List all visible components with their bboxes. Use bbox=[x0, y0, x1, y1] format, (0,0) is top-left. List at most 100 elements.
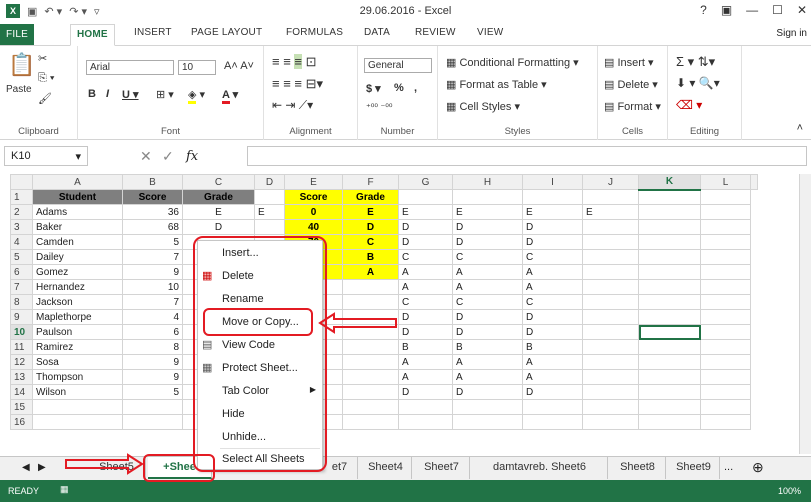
next-sheet-icon[interactable]: ▶ bbox=[38, 462, 46, 473]
grid-cell[interactable]: D bbox=[452, 309, 523, 325]
row-header[interactable]: 11 bbox=[10, 339, 33, 355]
grid-cell[interactable]: 9 bbox=[122, 369, 183, 385]
grid-cell[interactable] bbox=[342, 294, 399, 310]
grid-cell[interactable] bbox=[700, 369, 751, 385]
delete-cells-button[interactable]: ▤ Delete ▾ bbox=[604, 78, 658, 91]
fill-icon[interactable]: ⬇ ▾ 🔍▾ bbox=[676, 76, 720, 90]
ribbon-display-icon[interactable]: ▣ bbox=[721, 3, 732, 17]
maximize-icon[interactable]: ☐ bbox=[772, 3, 783, 17]
grid-cell[interactable]: A bbox=[452, 264, 523, 280]
grid-cell[interactable]: D bbox=[398, 324, 453, 340]
font-color-icon[interactable]: A ▾ bbox=[222, 88, 238, 104]
grid-cell[interactable] bbox=[582, 309, 639, 325]
column-header[interactable]: B bbox=[122, 174, 183, 190]
grid-cell[interactable] bbox=[522, 399, 583, 415]
grid-cell[interactable]: D bbox=[522, 219, 583, 235]
grid-cell[interactable]: E bbox=[452, 204, 523, 220]
grid-cell[interactable] bbox=[700, 249, 751, 265]
sheet-tab-sheet9[interactable]: Sheet9 bbox=[668, 457, 720, 479]
grid-cell[interactable] bbox=[700, 189, 751, 205]
font-size-select[interactable]: 10 bbox=[178, 60, 216, 75]
grid-cell[interactable]: B bbox=[398, 339, 453, 355]
grid-corner[interactable] bbox=[10, 174, 33, 190]
sheet-tab-sheet7[interactable]: Sheet7 bbox=[414, 457, 470, 479]
row-header[interactable]: 4 bbox=[10, 234, 33, 250]
grid-cell[interactable]: E bbox=[182, 204, 255, 220]
row-header[interactable]: 14 bbox=[10, 384, 33, 400]
collapse-ribbon-icon[interactable]: ˄ bbox=[797, 122, 803, 134]
column-header[interactable]: J bbox=[582, 174, 639, 190]
grid-cell[interactable] bbox=[122, 399, 183, 415]
grid-cell[interactable] bbox=[700, 384, 751, 400]
grid-cell[interactable] bbox=[582, 399, 639, 415]
grid-cell[interactable] bbox=[452, 399, 523, 415]
grid-cell[interactable]: 36 bbox=[122, 204, 183, 220]
insert-cells-button[interactable]: ▤ Insert ▾ bbox=[604, 56, 654, 69]
grid-cell[interactable] bbox=[582, 219, 639, 235]
grid-cell[interactable]: Thompson bbox=[32, 369, 123, 385]
grid-cell[interactable]: E bbox=[398, 204, 453, 220]
tab-data[interactable]: DATA bbox=[364, 27, 390, 38]
grid-cell[interactable]: E bbox=[254, 204, 285, 220]
grid-cell[interactable] bbox=[700, 294, 751, 310]
grid-cell[interactable]: D bbox=[398, 384, 453, 400]
column-header[interactable]: I bbox=[522, 174, 583, 190]
grid-cell[interactable]: Grade bbox=[182, 189, 255, 205]
grid-cell[interactable] bbox=[700, 234, 751, 250]
decimal-icons[interactable]: ⁺⁰⁰ ⁻⁰⁰ bbox=[366, 102, 392, 113]
grid-cell[interactable]: D bbox=[182, 219, 255, 235]
grid-cell[interactable] bbox=[700, 264, 751, 280]
grid-cell[interactable]: D bbox=[452, 234, 523, 250]
grid-cell[interactable] bbox=[700, 324, 751, 340]
enter-icon[interactable]: ✓ bbox=[162, 148, 174, 165]
format-as-table-button[interactable]: ▦ Format as Table ▾ bbox=[446, 78, 547, 91]
macro-record-icon[interactable]: ▦ bbox=[60, 484, 69, 495]
column-header[interactable]: C bbox=[182, 174, 255, 190]
grid-cell[interactable]: A bbox=[398, 354, 453, 370]
tab-page-layout[interactable]: PAGE LAYOUT bbox=[191, 27, 262, 38]
column-header[interactable]: G bbox=[398, 174, 453, 190]
grid-cell[interactable] bbox=[700, 414, 751, 430]
grid-cell[interactable]: Jackson bbox=[32, 294, 123, 310]
new-sheet-icon[interactable]: ⊕ bbox=[752, 459, 764, 476]
grid-cell[interactable]: Wilson bbox=[32, 384, 123, 400]
grid-cell[interactable] bbox=[582, 339, 639, 355]
grid-cell[interactable]: A bbox=[522, 279, 583, 295]
grid-cell[interactable]: 7 bbox=[122, 294, 183, 310]
grid-cell[interactable]: A bbox=[342, 264, 399, 280]
grid-cell[interactable]: A bbox=[398, 264, 453, 280]
grid-cell[interactable]: B bbox=[452, 339, 523, 355]
tab-formulas[interactable]: FORMULAS bbox=[286, 27, 343, 38]
percent-icon[interactable]: % bbox=[394, 82, 404, 94]
grid-cell[interactable]: A bbox=[522, 369, 583, 385]
grid-cell[interactable]: C bbox=[398, 294, 453, 310]
cancel-icon[interactable]: ✕ bbox=[140, 148, 152, 165]
comma-icon[interactable]: , bbox=[414, 82, 417, 94]
row-header[interactable]: 5 bbox=[10, 249, 33, 265]
grid-cell[interactable] bbox=[254, 219, 285, 235]
grid-cell[interactable]: 40 bbox=[284, 219, 343, 235]
grid-cell[interactable] bbox=[452, 414, 523, 430]
grid-cell[interactable] bbox=[582, 354, 639, 370]
grid-cell[interactable]: A bbox=[522, 264, 583, 280]
grid-cell[interactable] bbox=[582, 384, 639, 400]
row-header[interactable]: 9 bbox=[10, 309, 33, 325]
autosum-icon[interactable]: Σ ▾ ⇅▾ bbox=[676, 54, 715, 70]
grid-cell[interactable] bbox=[32, 414, 123, 430]
paste-button[interactable]: Paste bbox=[6, 84, 32, 95]
formula-input[interactable] bbox=[247, 146, 807, 166]
grid-cell[interactable] bbox=[700, 279, 751, 295]
row-header[interactable]: 6 bbox=[10, 264, 33, 280]
grid-cell[interactable] bbox=[522, 189, 583, 205]
grid-cell[interactable]: D bbox=[398, 309, 453, 325]
row-header[interactable]: 7 bbox=[10, 279, 33, 295]
row-header[interactable]: 8 bbox=[10, 294, 33, 310]
grid-cell[interactable]: 8 bbox=[122, 339, 183, 355]
row-header[interactable]: 12 bbox=[10, 354, 33, 370]
grid-cell[interactable] bbox=[638, 234, 701, 250]
row-header[interactable]: 13 bbox=[10, 369, 33, 385]
grid-cell[interactable]: Score bbox=[122, 189, 183, 205]
grid-cell[interactable] bbox=[700, 339, 751, 355]
grid-cell[interactable]: 7 bbox=[122, 249, 183, 265]
grid-cell[interactable] bbox=[638, 279, 701, 295]
